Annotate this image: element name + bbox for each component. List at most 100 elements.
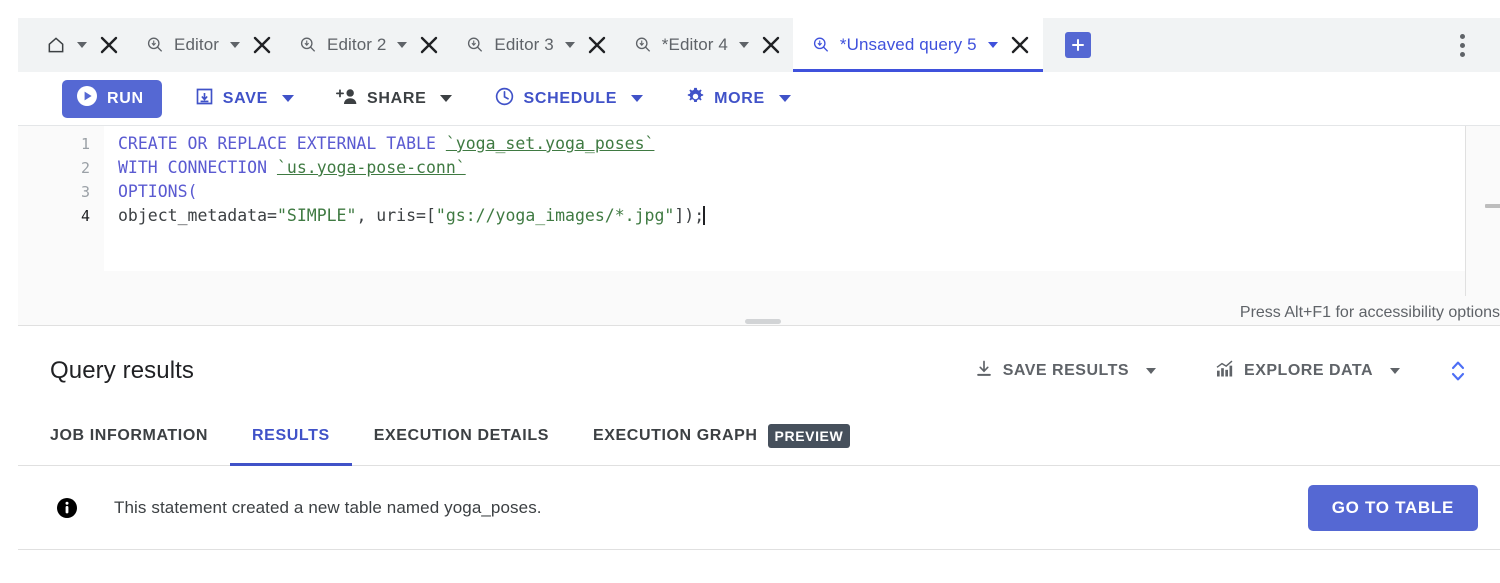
play-icon	[76, 85, 98, 112]
results-tab-bar: JOB INFORMATION RESULTS EXECUTION DETAIL…	[18, 406, 1500, 466]
chevron-down-icon[interactable]	[778, 95, 791, 102]
download-icon	[974, 359, 994, 384]
go-to-table-button[interactable]: GO TO TABLE	[1307, 484, 1478, 531]
accessibility-hint: Press Alt+F1 for accessibility options	[1239, 304, 1500, 321]
tabbar-overflow-menu-icon[interactable]	[1442, 18, 1482, 72]
home-icon	[46, 35, 66, 55]
editor-resize-handle[interactable]	[745, 319, 781, 324]
explore-data-button[interactable]: EXPLORE DATA	[1206, 351, 1408, 392]
tab-label: *Editor 4	[661, 35, 728, 54]
save-button-label: SAVE	[222, 89, 268, 107]
code-line-2: WITH CONNECTION `us.yoga-pose-conn`	[118, 156, 466, 180]
more-button-label: MORE	[714, 89, 765, 107]
line-number: 2	[80, 159, 90, 177]
chevron-down-icon[interactable]	[281, 95, 294, 102]
code-token: "gs://yoga_images/*.jpg"	[435, 206, 675, 225]
schedule-button[interactable]: SCHEDULE	[484, 80, 653, 118]
tab-label: JOB INFORMATION	[50, 426, 209, 444]
run-button-label: RUN	[107, 89, 144, 107]
query-editor-icon	[465, 35, 485, 55]
schedule-button-label: SCHEDULE	[523, 89, 618, 107]
more-button[interactable]: MORE	[675, 80, 801, 118]
chevron-down-icon[interactable]	[397, 42, 408, 48]
chart-icon	[1214, 359, 1235, 384]
close-icon[interactable]	[584, 18, 610, 72]
code-line-3: OPTIONS(	[118, 180, 197, 204]
gear-icon	[685, 86, 706, 112]
plus-icon	[1071, 39, 1084, 51]
run-button[interactable]: RUN	[62, 79, 162, 118]
query-editor-icon	[298, 35, 318, 55]
add-tab-button[interactable]	[1064, 32, 1091, 58]
chevron-down-icon[interactable]	[738, 42, 749, 48]
line-number: 1	[80, 135, 90, 153]
window-top-margin	[0, 0, 1500, 18]
tab-label: EXECUTION DETAILS	[373, 426, 549, 444]
expand-collapse-button[interactable]	[1434, 358, 1482, 384]
close-icon[interactable]	[758, 18, 784, 72]
tabbar-spacer	[1091, 18, 1442, 72]
tab-execution-graph[interactable]: EXECUTION GRAPH PREVIEW	[571, 406, 872, 466]
chevron-up-down-icon	[1451, 361, 1465, 381]
page-title: Query results	[50, 357, 195, 384]
share-button[interactable]: SHARE	[326, 80, 463, 118]
save-button[interactable]: SAVE	[184, 80, 304, 118]
tab-editor-3[interactable]: Editor 3	[451, 18, 618, 72]
code-line-4: object_metadata="SIMPLE", uris=["gs://yo…	[118, 204, 706, 228]
chevron-down-icon[interactable]	[1146, 368, 1157, 374]
code-surface: 1 2 3 4 CREATE OR REPLACE EXTERNAL TABLE…	[18, 126, 1465, 296]
query-editor-icon	[811, 35, 831, 55]
tab-job-information[interactable]: JOB INFORMATION	[28, 406, 230, 466]
window-bottom-margin	[18, 550, 1500, 583]
tab-results[interactable]: RESULTS	[230, 406, 352, 466]
minimap-marker[interactable]	[1485, 204, 1500, 208]
tab-label: Editor	[174, 35, 220, 54]
editor-right-divider	[1465, 126, 1466, 296]
chevron-down-icon[interactable]	[631, 95, 644, 102]
text-cursor	[703, 206, 706, 225]
close-icon[interactable]	[416, 18, 442, 72]
save-results-button[interactable]: SAVE RESULTS	[966, 351, 1164, 392]
close-icon[interactable]	[96, 18, 122, 72]
line-number: 3	[80, 183, 90, 201]
chevron-down-icon[interactable]	[77, 42, 87, 48]
chevron-down-icon[interactable]	[564, 42, 575, 48]
chevron-down-icon[interactable]	[987, 42, 998, 48]
share-person-icon	[335, 86, 359, 112]
code-token: object_metadata=	[118, 206, 277, 225]
chevron-down-icon[interactable]	[230, 42, 241, 48]
query-toolbar: RUN SAVE SHARE SCHEDULE MORE	[18, 72, 1500, 126]
query-results-header: Query results SAVE RESULTS EXPLORE DATA	[18, 336, 1500, 406]
code-token: `us.yoga-pose-conn`	[276, 158, 466, 177]
code-token: "SIMPLE"	[276, 206, 357, 225]
share-button-label: SHARE	[366, 89, 427, 107]
code-token: OPTIONS(	[118, 182, 198, 201]
code-token: WITH CONNECTION	[118, 158, 277, 177]
tab-unsaved-query-5[interactable]: *Unsaved query 5	[792, 18, 1043, 72]
tab-home[interactable]	[18, 18, 131, 72]
tab-execution-details[interactable]: EXECUTION DETAILS	[352, 406, 571, 466]
close-icon[interactable]	[1007, 18, 1033, 72]
results-message-row: This statement created a new table named…	[18, 466, 1500, 550]
info-icon	[56, 497, 78, 519]
tab-editor-1[interactable]: Editor	[131, 18, 284, 72]
code-line-1: CREATE OR REPLACE EXTERNAL TABLE `yoga_s…	[118, 132, 654, 156]
tab-label: Editor 2	[327, 35, 387, 54]
window-left-margin	[0, 0, 18, 583]
code-token: ]);	[674, 206, 705, 225]
line-number: 4	[80, 207, 90, 225]
close-icon[interactable]	[249, 18, 275, 72]
go-to-table-label: GO TO TABLE	[1331, 497, 1454, 517]
sql-code-editor[interactable]: 1 2 3 4 CREATE OR REPLACE EXTERNAL TABLE…	[18, 126, 1500, 296]
chevron-down-icon[interactable]	[440, 95, 453, 102]
query-editor-icon	[145, 35, 165, 55]
chevron-down-icon[interactable]	[1390, 368, 1400, 374]
tab-editor-2[interactable]: Editor 2	[284, 18, 451, 72]
tab-label: *Unsaved query 5	[839, 35, 977, 54]
save-icon	[194, 86, 215, 112]
code-token: `yoga_set.yoga_poses`	[445, 134, 655, 153]
preview-badge: PREVIEW	[767, 423, 851, 448]
tab-editor-4[interactable]: *Editor 4	[619, 18, 793, 72]
tab-label: RESULTS	[252, 426, 330, 444]
clock-icon	[494, 86, 515, 112]
